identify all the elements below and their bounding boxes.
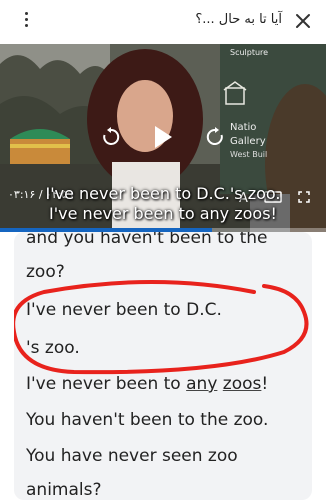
transcript-line[interactable]: and you haven't been to the xyxy=(26,232,268,248)
page-title: آیا تا به حال ...؟ xyxy=(195,12,282,27)
video-player[interactable]: Sculpture Natio Gallery West Buil ۰۳:۱۶ … xyxy=(0,44,326,232)
underlined-word[interactable]: zoos xyxy=(223,374,262,394)
forward-icon[interactable] xyxy=(204,126,226,148)
caption-line-1: I've never been to D.C.'s zoo. xyxy=(45,184,281,203)
caption-line-2: I've never been to any zoos! xyxy=(49,204,277,223)
transcript-text: I've never been to xyxy=(26,374,187,394)
transcript-line[interactable]: 's zoo. xyxy=(26,338,80,358)
sign-line1: Natio xyxy=(230,122,257,133)
transcript-panel: and you haven't been to the zoo? I've ne… xyxy=(14,232,312,500)
app-header: آیا تا به حال ...؟ xyxy=(0,0,326,44)
play-icon[interactable] xyxy=(152,124,174,150)
transcript-line[interactable]: You have never seen zoo xyxy=(26,446,238,466)
transcript-line[interactable]: I've never been to any zoos! xyxy=(26,374,268,394)
sign-line2: Gallery xyxy=(230,136,266,147)
kebab-menu-icon[interactable] xyxy=(24,12,30,30)
underlined-word[interactable]: any xyxy=(186,374,217,394)
transcript-line[interactable]: zoo? xyxy=(26,262,65,282)
rewind-icon[interactable] xyxy=(100,126,122,148)
transcript-line[interactable]: You haven't been to the zoo. xyxy=(26,410,268,430)
transcript-line[interactable]: animals? xyxy=(26,480,102,500)
sign-top-text: Sculpture xyxy=(230,48,269,57)
close-icon[interactable] xyxy=(292,10,314,32)
sign-line3: West Buil xyxy=(230,150,268,159)
transcript-line[interactable]: I've never been to D.C. xyxy=(26,300,222,320)
transcript-text: ! xyxy=(261,374,269,394)
